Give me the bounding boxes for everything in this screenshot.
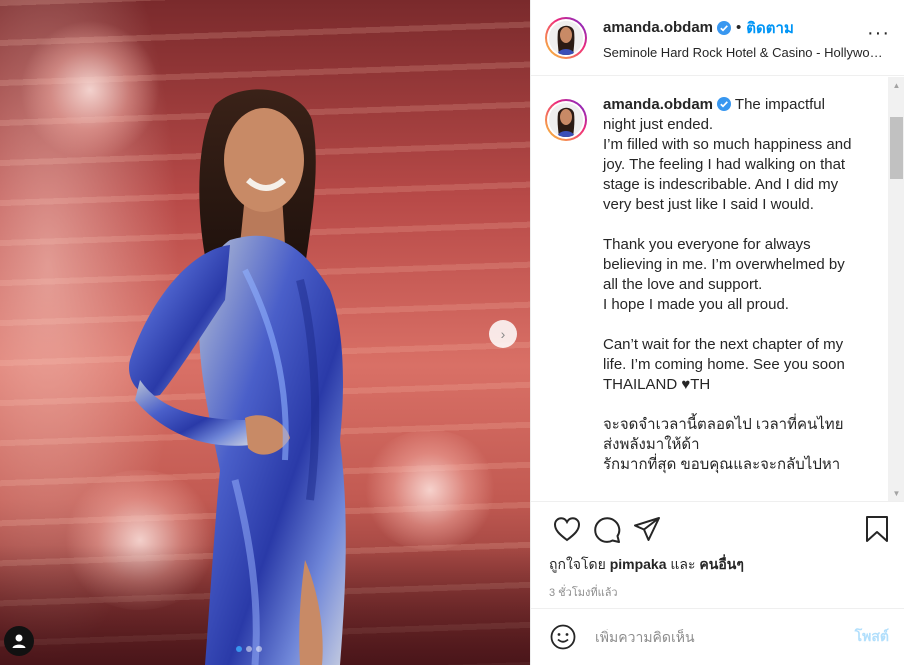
comments-section[interactable]: amanda.obdam The impactful night just en… <box>531 77 904 502</box>
emoji-button[interactable] <box>549 623 577 651</box>
post-caption: amanda.obdam The impactful night just en… <box>531 77 904 475</box>
avatar[interactable] <box>545 16 587 59</box>
add-comment-bar: โพสต์ <box>531 608 904 665</box>
share-icon <box>634 517 660 541</box>
profile-picture <box>549 20 583 55</box>
like-button[interactable] <box>547 509 587 549</box>
scroll-thumb[interactable] <box>890 117 903 179</box>
liked-by-others-link[interactable]: คนอื่นๆ <box>699 556 743 572</box>
comment-icon <box>594 517 621 543</box>
carousel-indicator <box>236 646 262 652</box>
share-button[interactable] <box>627 509 667 549</box>
comment-button[interactable] <box>587 509 627 549</box>
comment-input[interactable] <box>595 629 825 645</box>
post-timestamp[interactable]: 3 ชั่วโมงที่แล้ว <box>549 583 618 601</box>
caption-username-link[interactable]: amanda.obdam <box>603 96 713 113</box>
carousel-dot <box>256 646 262 652</box>
scroll-down-arrow-icon[interactable]: ▼ <box>888 485 904 501</box>
model-photo <box>129 89 346 665</box>
scroll-up-arrow-icon[interactable]: ▲ <box>888 77 904 94</box>
username-link[interactable]: amanda.obdam <box>603 19 713 36</box>
carousel-dot <box>246 646 252 652</box>
action-bar <box>531 503 904 555</box>
ellipsis-icon: ··· <box>867 22 890 44</box>
caption-text: amanda.obdam The impactful night just en… <box>603 95 853 475</box>
smiley-icon <box>550 624 576 650</box>
separator-bullet: • <box>736 19 742 36</box>
post-comment-button[interactable]: โพสต์ <box>855 626 889 648</box>
save-button[interactable] <box>857 509 897 549</box>
comments-scrollbar[interactable]: ▲ ▼ <box>888 77 904 501</box>
liked-by-user-link[interactable]: pimpaka <box>610 556 667 572</box>
tagged-users-button[interactable] <box>4 626 34 656</box>
likes-summary: ถูกใจโดย pimpaka และ คนอื่นๆ <box>549 556 744 572</box>
bookmark-icon <box>866 516 888 542</box>
verified-badge-icon <box>717 97 732 111</box>
user-icon <box>12 634 26 648</box>
avatar[interactable] <box>545 99 587 141</box>
caption-body: The impactful night just ended. I’m fill… <box>603 96 852 473</box>
post-media[interactable]: › <box>0 0 530 665</box>
carousel-dot <box>236 646 242 652</box>
more-options-button[interactable]: ··· <box>867 22 890 45</box>
location-link[interactable]: Seminole Hard Rock Hotel & Casino - Holl… <box>603 45 888 60</box>
follow-button[interactable]: ติดตาม <box>746 16 794 40</box>
post-details-panel: amanda.obdam • ติดตาม Seminole Hard Rock… <box>530 0 904 665</box>
profile-picture <box>549 103 583 137</box>
verified-badge-icon <box>717 20 732 35</box>
post-header: amanda.obdam • ติดตาม Seminole Hard Rock… <box>531 0 904 76</box>
next-media-button[interactable]: › <box>489 320 517 348</box>
heart-icon <box>553 517 581 542</box>
